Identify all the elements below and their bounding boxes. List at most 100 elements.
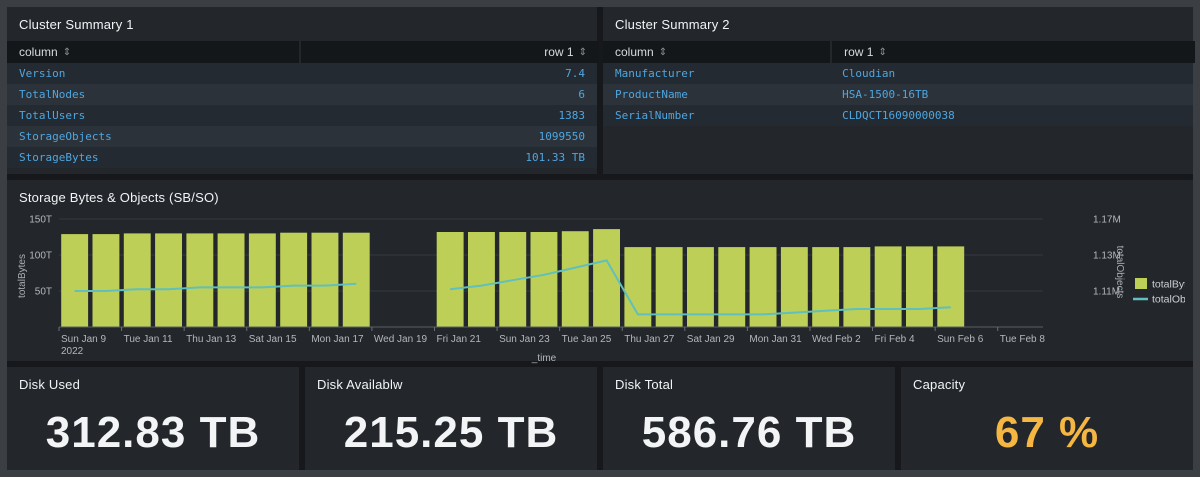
panel-disk-available: Disk Availablw 215.25 TB	[305, 367, 597, 470]
chart-bar-Tue-Jan-25[interactable]	[561, 231, 589, 327]
cell-value[interactable]: 1383	[299, 109, 597, 122]
cell-value[interactable]: HSA-1500-16TB	[830, 88, 1193, 101]
disk-available-value: 215.25 TB	[343, 408, 559, 457]
summary-row: Cluster Summary 1 column ⇕ row 1 ⇕ Version 7.…	[7, 7, 1195, 174]
chart-bar-Sat-Jan-22[interactable]	[468, 232, 495, 327]
table-row-TotalUsers[interactable]: TotalUsers 1383	[7, 105, 597, 126]
column-header-label: row 1	[544, 45, 574, 59]
cell-key[interactable]: Manufacturer	[603, 67, 830, 80]
table-row-Manufacturer[interactable]: Manufacturer Cloudian	[603, 63, 1193, 84]
column-header-label: column	[615, 45, 654, 59]
dashboard: Cluster Summary 1 column ⇕ row 1 ⇕ Version 7.…	[7, 7, 1200, 470]
chart-bar-Mon-Jan-10[interactable]	[92, 234, 120, 327]
table-row-ProductName[interactable]: ProductName HSA-1500-16TB	[603, 84, 1193, 105]
chart-bar-Tue-Jan-11[interactable]	[123, 233, 151, 327]
x-tick-label: Fri Jan 21	[436, 334, 481, 345]
chart-bar-Sat-Jan-15[interactable]	[248, 233, 276, 327]
single-value-row: Disk Used 312.83 TB Disk Availablw 215.2…	[7, 367, 1193, 470]
legend-swatch-square	[1135, 278, 1147, 289]
x-tick-label: Sat Jan 29	[687, 334, 735, 345]
x-tick-label: Mon Jan 17	[311, 334, 364, 345]
x-tick-label: Tue Jan 11	[124, 334, 173, 345]
cell-key[interactable]: StorageObjects	[7, 130, 299, 143]
chart-bar-Tue-Jan-18[interactable]	[342, 232, 370, 327]
panel-cluster-summary-2: Cluster Summary 2 column ⇕ row 1 ⇕ Manufactu…	[603, 7, 1195, 174]
chart-bar-Mon-Jan-24[interactable]	[530, 232, 558, 327]
chart-bar-Sat-Feb-5[interactable]	[906, 246, 933, 327]
disk-total-value: 586.76 TB	[641, 408, 857, 457]
chart-bar-Fri-Jan-21[interactable]	[436, 232, 464, 327]
y-tick-label-left: 100T	[29, 251, 52, 262]
x-tick-label: Mon Jan 31	[749, 334, 802, 345]
x-tick-label: Sun Jan 23	[499, 334, 550, 345]
chart-bar-Fri-Jan-14[interactable]	[217, 233, 245, 327]
panel-title: Cluster Summary 1	[19, 17, 134, 32]
x-tick-label: Wed Jan 19	[374, 334, 428, 345]
table-row-TotalNodes[interactable]: TotalNodes 6	[7, 84, 597, 105]
column-header-row-1[interactable]: row 1 ⇕	[301, 41, 599, 63]
sort-icon[interactable]: ⇕	[878, 47, 886, 58]
chart-canvas: 50T 1.11M100T 1.13M150T 1.17MSun Jan 92022T…	[17, 215, 1200, 365]
chart-bar-Sun-Feb-6[interactable]	[937, 246, 965, 327]
table-header-row: column ⇕ row 1 ⇕	[7, 41, 599, 63]
chart-bar-Sun-Jan-16[interactable]	[280, 232, 308, 327]
x-tick-label: Sat Jan 15	[249, 334, 297, 345]
cell-value[interactable]: 1099550	[299, 130, 597, 143]
column-header-column[interactable]: column ⇕	[603, 41, 831, 63]
cell-value[interactable]: 6	[299, 88, 597, 101]
x-tick-label-year: 2022	[61, 346, 84, 357]
legend-label: totalBytes	[1152, 279, 1185, 291]
sort-icon[interactable]: ⇕	[63, 47, 71, 58]
y-tick-label-left: 50T	[35, 287, 52, 298]
chart-bar-Fri-Feb-4[interactable]	[874, 246, 902, 327]
chart-bar-Mon-Jan-17[interactable]	[311, 232, 339, 327]
panel-storage-chart: Storage Bytes & Objects (SB/SO) 50T 1.11M…	[7, 180, 1200, 365]
panel-cluster-summary-1: Cluster Summary 1 column ⇕ row 1 ⇕ Version 7.…	[7, 7, 599, 174]
table-row-SerialNumber[interactable]: SerialNumber CLDQCT16090000038	[603, 105, 1193, 126]
panel-capacity: Capacity 67 %	[901, 367, 1193, 470]
chart-bar-Wed-Jan-12[interactable]	[155, 233, 182, 327]
chart-bar-Tue-Feb-1[interactable]	[780, 247, 808, 327]
chart-bar-Sun-Jan-9[interactable]	[61, 234, 89, 327]
table-row-StorageBytes[interactable]: StorageBytes 101.33 TB	[7, 147, 597, 168]
column-header-column[interactable]: column ⇕	[7, 41, 300, 63]
column-header-row-1[interactable]: row 1 ⇕	[832, 41, 1195, 63]
cell-key[interactable]: TotalUsers	[7, 109, 299, 122]
sort-icon[interactable]: ⇕	[579, 47, 587, 58]
cell-value[interactable]: CLDQCT16090000038	[830, 109, 1193, 122]
chart-title: Storage Bytes & Objects (SB/SO)	[19, 190, 219, 205]
table-row-StorageObjects[interactable]: StorageObjects 1099550	[7, 126, 597, 147]
single-label: Disk Used	[19, 377, 81, 392]
chart-bar-Wed-Feb-2[interactable]	[812, 247, 840, 327]
x-tick-label: Tue Feb 8	[1000, 334, 1046, 345]
capacity-value: 67 %	[994, 408, 1100, 457]
cluster-summary-1-table: column ⇕ row 1 ⇕ Version 7.4 TotalNodes 6 TotalU…	[7, 41, 599, 168]
x-tick-label: Sun Feb 6	[937, 334, 984, 345]
table-header-row: column ⇕ row 1 ⇕	[603, 41, 1195, 63]
sort-icon[interactable]: ⇕	[659, 47, 667, 58]
panel-title: Cluster Summary 2	[615, 17, 730, 32]
cluster-summary-2-table: column ⇕ row 1 ⇕ Manufacturer Cloudian Product…	[603, 41, 1195, 126]
chart-bar-Thu-Feb-3[interactable]	[843, 247, 871, 327]
panel-disk-used: Disk Used 312.83 TB	[7, 367, 299, 470]
legend-item-totalObjects[interactable]: totalObjects	[1133, 294, 1200, 306]
cell-key[interactable]: StorageBytes	[7, 151, 299, 164]
table-row-Version[interactable]: Version 7.4	[7, 63, 597, 84]
x-tick-label: Thu Jan 27	[624, 334, 674, 345]
y-tick-label-right: 1.17M	[1093, 215, 1121, 226]
cell-key[interactable]: ProductName	[603, 88, 830, 101]
cell-value[interactable]: 101.33 TB	[299, 151, 597, 164]
chart-bar-Thu-Jan-13[interactable]	[186, 233, 214, 327]
y-tick-label-left: 150T	[29, 215, 52, 226]
legend-label: totalObjects	[1152, 294, 1185, 306]
cell-key[interactable]: SerialNumber	[603, 109, 830, 122]
cell-key[interactable]: Version	[7, 67, 299, 80]
cell-value[interactable]: 7.4	[299, 67, 597, 80]
disk-used-value: 312.83 TB	[45, 408, 261, 457]
legend-item-totalBytes[interactable]: totalBytes	[1135, 278, 1198, 291]
cell-key[interactable]: TotalNodes	[7, 88, 299, 101]
column-header-label: column	[19, 45, 58, 59]
cell-value[interactable]: Cloudian	[830, 67, 1193, 80]
x-tick-label: Fri Feb 4	[875, 334, 915, 345]
y-axis-title-left: totalBytes	[17, 254, 28, 298]
